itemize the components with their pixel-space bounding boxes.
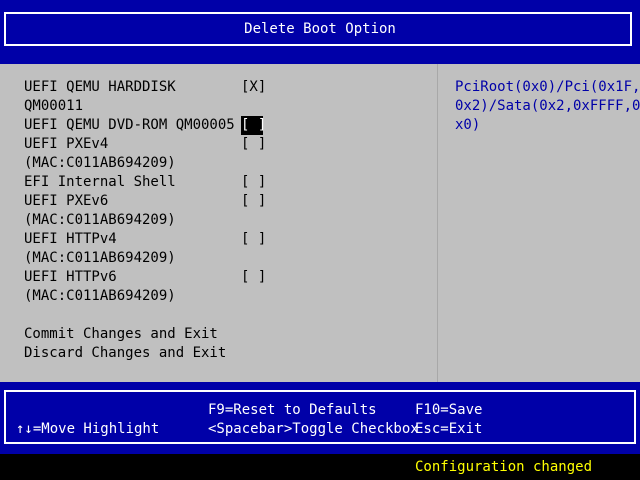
boot-option-label: UEFI PXEv6 — [24, 193, 109, 209]
title-bar: Delete Boot Option — [0, 0, 640, 64]
boot-option-label: UEFI HTTPv6 — [24, 269, 117, 285]
hint-save: F10=Save — [415, 402, 483, 418]
checkbox[interactable]: [X] — [241, 78, 266, 97]
hint-exit: Esc=Exit — [415, 421, 483, 437]
hint-move-highlight: ↑↓=Move Highlight — [16, 421, 160, 437]
status-message: Configuration changed — [415, 459, 593, 475]
checkbox[interactable]: [ ] — [241, 230, 266, 249]
help-device-path-line: x0) — [455, 117, 481, 133]
boot-option-label: UEFI QEMU HARDDISK — [24, 79, 176, 95]
page-title: Delete Boot Option — [244, 21, 396, 37]
commit-changes-button[interactable]: Commit Changes and Exit — [24, 325, 234, 344]
hint-reset-defaults: F9=Reset to Defaults — [208, 402, 377, 418]
panel-divider — [437, 64, 438, 382]
boot-option-label: UEFI HTTPv4 — [24, 231, 117, 247]
checkbox[interactable]: [ ] — [241, 192, 266, 211]
boot-option-label-detail: (MAC:C011AB694209) — [24, 212, 176, 228]
boot-option-label-detail: (MAC:C011AB694209) — [24, 288, 176, 304]
footer-bar: ↑↓=Move Highlight F9=Reset to Defaults <… — [0, 382, 640, 454]
boot-option-label-detail: QM00011 — [24, 98, 84, 114]
discard-changes-button[interactable]: Discard Changes and Exit — [24, 344, 234, 363]
boot-option-label-detail: (MAC:C011AB694209) — [24, 250, 176, 266]
boot-option-panel: UEFI QEMU HARDDISK QM00011 [X] UEFI QEMU… — [0, 64, 640, 382]
checkbox[interactable]: [ ] — [241, 135, 266, 154]
hint-toggle-checkbox: <Spacebar>Toggle Checkbox — [208, 421, 419, 437]
boot-option-label: UEFI QEMU DVD-ROM QM00005 — [24, 117, 235, 133]
boot-option-label: UEFI PXEv4 — [24, 136, 109, 152]
boot-option-label-detail: (MAC:C011AB694209) — [24, 155, 176, 171]
help-device-path-line: 0x2)/Sata(0x2,0xFFFF,0 — [455, 98, 640, 114]
checkbox-selected[interactable]: [ ] — [241, 116, 266, 135]
help-device-path-line: PciRoot(0x0)/Pci(0x1F, — [455, 79, 640, 95]
checkbox[interactable]: [ ] — [241, 268, 266, 287]
boot-option-label: EFI Internal Shell — [24, 174, 176, 190]
checkbox[interactable]: [ ] — [241, 173, 266, 192]
